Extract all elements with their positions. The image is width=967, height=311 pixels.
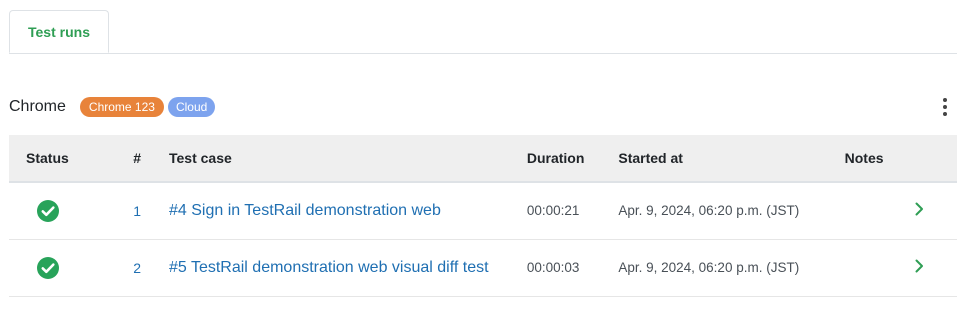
- duration-cell: 00:00:03: [526, 239, 619, 297]
- chevron-right-icon[interactable]: [913, 259, 925, 273]
- header-notes[interactable]: Notes: [844, 135, 914, 183]
- header-action: [913, 135, 957, 183]
- check-circle-icon: [37, 256, 59, 279]
- header-started-at[interactable]: Started at: [618, 135, 845, 183]
- browser-version-badge: Chrome 123: [79, 97, 164, 117]
- test-case-link[interactable]: #5 TestRail demonstration web visual dif…: [169, 259, 489, 276]
- notes-cell: [844, 239, 914, 297]
- table-row[interactable]: 1 #4 Sign in TestRail demonstration web …: [9, 182, 957, 240]
- test-runs-page: Test runs Chrome Chrome 123 Cloud Status…: [0, 0, 967, 311]
- more-vertical-icon[interactable]: [935, 97, 955, 117]
- chevron-right-icon[interactable]: [913, 202, 925, 216]
- tab-bar: Test runs: [9, 10, 957, 54]
- status-cell: [9, 239, 134, 297]
- row-action-cell: [913, 182, 957, 240]
- run-number[interactable]: 2: [133, 239, 169, 297]
- browser-header: Chrome Chrome 123 Cloud: [9, 93, 957, 121]
- browser-name: Chrome: [9, 98, 66, 115]
- table-row[interactable]: 2 #5 TestRail demonstration web visual d…: [9, 239, 957, 297]
- test-runs-table: Status # Test case Duration Started at N…: [9, 135, 957, 297]
- header-duration[interactable]: Duration: [526, 135, 619, 183]
- table-header-row: Status # Test case Duration Started at N…: [9, 135, 957, 183]
- header-test-case[interactable]: Test case: [168, 135, 527, 183]
- started-at-cell: Apr. 9, 2024, 06:20 p.m. (JST): [618, 239, 845, 297]
- environment-badge: Cloud: [167, 97, 216, 117]
- check-circle-icon: [37, 199, 59, 222]
- run-number[interactable]: 1: [133, 182, 169, 240]
- test-case-link[interactable]: #4 Sign in TestRail demonstration web: [169, 202, 441, 219]
- test-case-cell: #5 TestRail demonstration web visual dif…: [168, 239, 527, 297]
- duration-cell: 00:00:21: [526, 182, 619, 240]
- header-status[interactable]: Status: [9, 135, 134, 183]
- row-action-cell: [913, 239, 957, 297]
- started-at-cell: Apr. 9, 2024, 06:20 p.m. (JST): [618, 182, 845, 240]
- tab-test-runs[interactable]: Test runs: [9, 10, 109, 53]
- test-case-cell: #4 Sign in TestRail demonstration web: [168, 182, 527, 240]
- header-number[interactable]: #: [133, 135, 169, 183]
- notes-cell: [844, 182, 914, 240]
- status-cell: [9, 182, 134, 240]
